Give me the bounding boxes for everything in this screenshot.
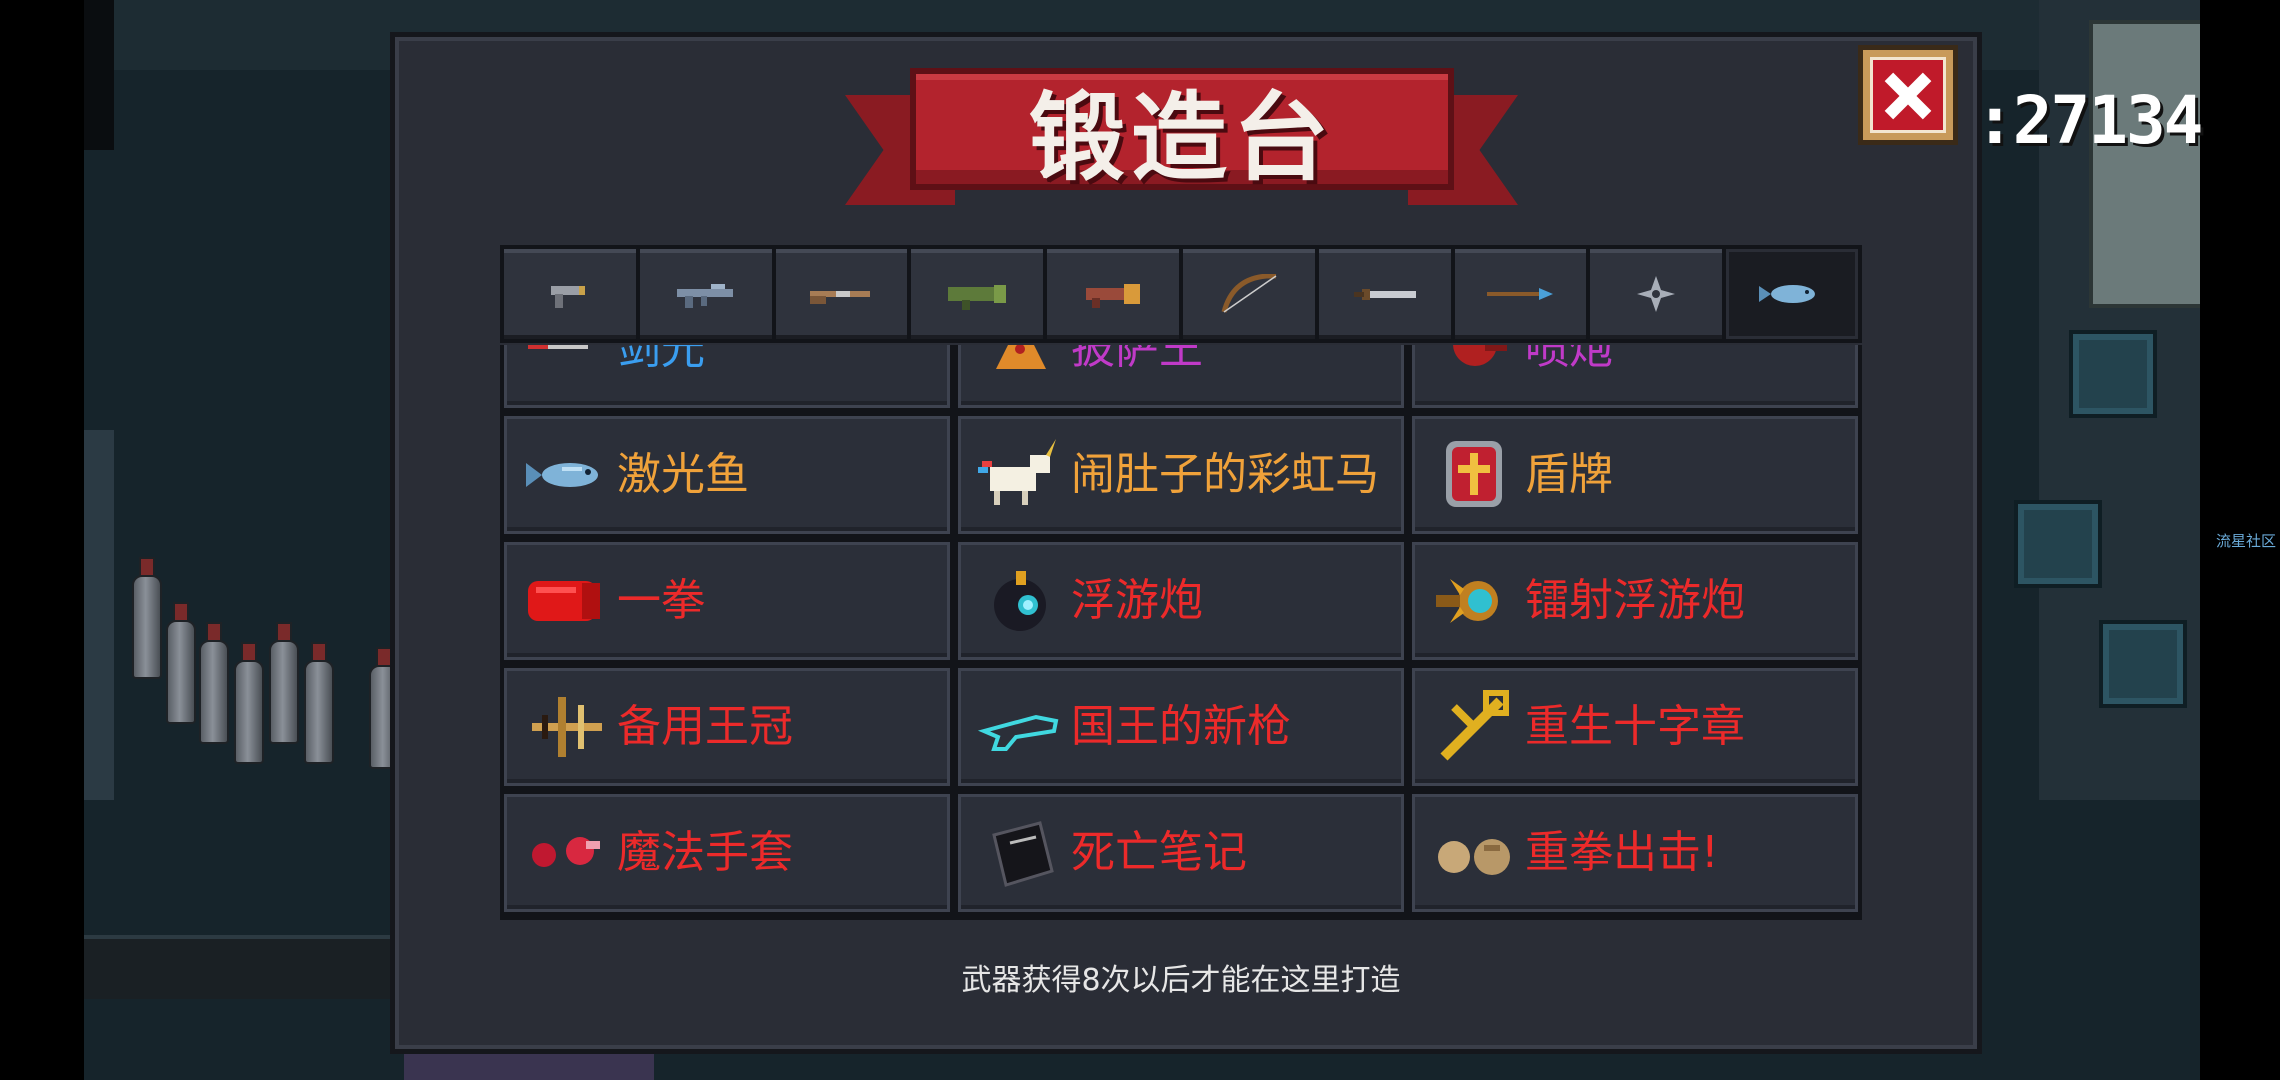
rebirth-cross-icon (1427, 687, 1517, 767)
crown-crossbow-icon (519, 687, 609, 767)
weapon-name: 死亡笔记 (1071, 827, 1247, 878)
weapon-item[interactable]: 重生十字章 (1412, 668, 1858, 786)
tab-flamethrower[interactable] (1047, 249, 1179, 339)
rainbow-unicorn-icon (973, 435, 1063, 515)
weapon-name: 重拳出击! (1525, 827, 1719, 878)
weapon-name: 盾牌 (1525, 449, 1613, 500)
dialog-title: 锻造台 (1029, 81, 1335, 194)
gas-tank (304, 642, 334, 764)
weapon-item[interactable]: 披萨王 (958, 345, 1404, 408)
tab-sword[interactable] (1318, 249, 1451, 339)
forge-hint: 武器获得8次以后才能在这里打造 (961, 963, 1401, 998)
weapon-item[interactable]: 盾牌 (1412, 416, 1858, 534)
close-button[interactable] (1858, 45, 1958, 145)
weapon-name: 披萨王 (1071, 345, 1203, 374)
weapon-name: 剑光 (617, 345, 705, 374)
weapon-name: 备用王冠 (617, 701, 793, 752)
magic-gloves-icon (519, 813, 609, 893)
weapon-list[interactable]: 剑光 披萨王 喷炮激光鱼 闹肚子的彩虹马 盾牌一拳 浮游炮 镭射浮游炮备用王冠 国王的新枪 重生… (500, 345, 1862, 920)
gem-count: :27134 (1975, 82, 2203, 159)
laser-floating-cannon-icon (1427, 561, 1517, 641)
weapon-name: 浮游炮 (1071, 575, 1203, 626)
tab-rifle[interactable] (639, 249, 772, 339)
bow-icon (1221, 274, 1277, 313)
shield-icon (1427, 435, 1517, 515)
metal-door (2089, 20, 2200, 308)
ledge (84, 935, 394, 999)
spear-icon (1487, 288, 1554, 300)
cannon-icon (1427, 345, 1517, 389)
tab-spear[interactable] (1454, 249, 1587, 339)
gas-tank (269, 622, 299, 744)
rocket-launcher-icon (948, 285, 1007, 310)
flamethrower-icon (1086, 284, 1141, 308)
weapon-name: 喷炮 (1525, 345, 1613, 374)
crate (2099, 620, 2187, 708)
weapon-item[interactable]: 浮游炮 (958, 542, 1404, 660)
death-note-icon (973, 813, 1063, 893)
red-glove-icon (519, 561, 609, 641)
weapon-item[interactable]: 激光鱼 (504, 416, 950, 534)
weapon-item[interactable]: 闹肚子的彩虹马 (958, 416, 1404, 534)
invisible-gun-icon (973, 687, 1063, 767)
wall-block (84, 0, 114, 150)
tab-bow[interactable] (1182, 249, 1315, 339)
weapon-name: 闹肚子的彩虹马 (1071, 449, 1379, 500)
weapon-grid: 剑光 披萨王 喷炮激光鱼 闹肚子的彩虹马 盾牌一拳 浮游炮 镭射浮游炮备用王冠 国王的新枪 重生… (504, 345, 1858, 912)
weapon-name: 重生十字章 (1525, 701, 1745, 752)
gas-tank (234, 642, 264, 764)
gas-tank (132, 557, 162, 679)
laser-fish-icon (519, 435, 609, 515)
weapon-name: 一拳 (617, 575, 705, 626)
pizza-king-icon (973, 345, 1063, 389)
floating-cannon-icon (973, 561, 1063, 641)
weapon-name: 国王的新枪 (1071, 701, 1291, 752)
weapon-item[interactable]: 喷炮 (1412, 345, 1858, 408)
weapon-item[interactable]: 镭射浮游炮 (1412, 542, 1858, 660)
tab-launcher[interactable] (911, 249, 1044, 339)
tab-special[interactable] (1726, 249, 1858, 339)
gas-tank (199, 622, 229, 744)
weapon-category-tabs (500, 245, 1862, 343)
close-icon (1870, 57, 1946, 133)
shotgun-icon (810, 291, 871, 304)
weapon-name: 魔法手套 (617, 827, 793, 878)
weapon-item[interactable]: 死亡笔记 (958, 794, 1404, 912)
laser-fish-icon (1759, 285, 1816, 303)
tab-shuriken[interactable] (1590, 249, 1723, 339)
weapon-item[interactable]: 剑光 (504, 345, 950, 408)
crate (2014, 500, 2102, 588)
weapon-item[interactable]: 魔法手套 (504, 794, 950, 912)
weapon-item[interactable]: 重拳出击! (1412, 794, 1858, 912)
shuriken-icon (1637, 276, 1676, 312)
heavy-fists-icon (1427, 813, 1517, 893)
sword-icon (1353, 289, 1416, 300)
assault-rifle-icon (676, 284, 733, 308)
gas-tank (166, 602, 196, 724)
tab-shotgun[interactable] (775, 249, 908, 339)
pistol-icon (550, 286, 585, 308)
weapon-name: 镭射浮游炮 (1525, 575, 1745, 626)
title-banner: 锻造台 (910, 68, 1454, 194)
weapon-item[interactable]: 备用王冠 (504, 668, 950, 786)
wall-pillar (84, 430, 114, 800)
blade-light-icon (519, 345, 609, 389)
weapon-item[interactable]: 一拳 (504, 542, 950, 660)
watermark-text: 流星社区 (2216, 532, 2277, 550)
weapon-item[interactable]: 国王的新枪 (958, 668, 1404, 786)
weapon-name: 激光鱼 (617, 449, 749, 500)
tab-pistol[interactable] (504, 249, 636, 339)
crate (2069, 330, 2157, 418)
